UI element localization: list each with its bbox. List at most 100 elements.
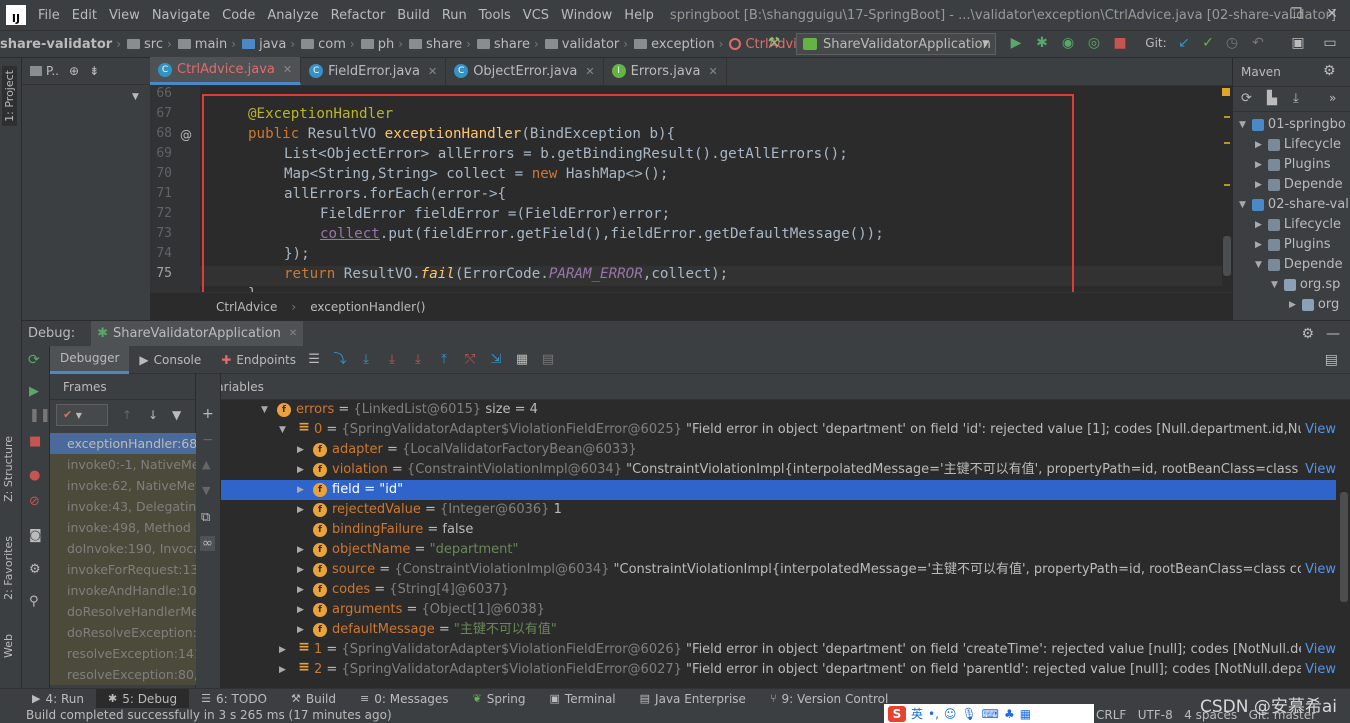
frame-item[interactable]: exceptionHandler:68, — [50, 433, 196, 454]
history-icon[interactable]: ◷ — [1224, 35, 1240, 51]
resume-icon[interactable]: ▶ — [29, 384, 39, 399]
crumb-validator[interactable]: validator — [544, 37, 619, 52]
tab-endpoints[interactable]: ✚ Endpoints — [211, 346, 306, 374]
menu-build[interactable]: Build — [391, 8, 436, 23]
frame-item[interactable]: invoke:43, DelegatingI — [50, 496, 196, 517]
git-update-icon[interactable]: ↙ — [1176, 35, 1192, 51]
filter-icon[interactable]: ▼ — [172, 408, 181, 422]
restore-icon[interactable]: ❐ — [1288, 6, 1304, 22]
frame-item[interactable]: invoke:498, Method (j — [50, 517, 196, 538]
tab-debugger[interactable]: Debugger — [50, 345, 130, 374]
chevron-down-icon[interactable]: ▼ — [132, 92, 139, 102]
menu-code[interactable]: Code — [216, 8, 261, 23]
settings-icon[interactable]: ⚙ — [29, 562, 41, 577]
frame-item[interactable]: doResolveException:6 — [50, 622, 196, 643]
restore-layout-icon[interactable]: ▤ — [1325, 352, 1338, 368]
web-tool-tab[interactable]: Web — [2, 634, 15, 658]
frame-item[interactable]: resolveException:141, — [50, 643, 196, 664]
frame-item[interactable]: doResolveHandlerMet — [50, 601, 196, 622]
file-encoding[interactable]: UTF-8 — [1138, 708, 1173, 722]
variable-row[interactable]: ▶ f defaultMessage = "主键不可以有值" — [221, 620, 1336, 640]
menu-help[interactable]: Help — [618, 8, 660, 23]
profile-icon[interactable]: ◎ — [1086, 35, 1102, 51]
close-tab-icon[interactable]: ✕ — [708, 65, 717, 78]
close-tab-icon[interactable]: ✕ — [428, 65, 437, 78]
skin-icon[interactable]: ♣ — [1004, 707, 1015, 721]
scroll-thumb[interactable] — [1223, 236, 1231, 276]
menu-analyze[interactable]: Analyze — [261, 8, 324, 23]
variable-row-selected[interactable]: ▶ f field = "id" — [221, 480, 1336, 500]
tool-tab-terminal[interactable]: ▣ Terminal — [538, 689, 628, 709]
close-tab-icon[interactable]: ✕ — [283, 63, 292, 76]
tool-tab-todo[interactable]: ☰ 6: TODO — [189, 689, 279, 709]
hammer-icon[interactable]: ⚒ — [766, 35, 782, 51]
maven-dependency[interactable]: ▼ org.sp — [1271, 275, 1340, 295]
favorites-tool-tab[interactable]: 2: Favorites — [2, 536, 15, 600]
tool-tab-spring[interactable]: ❦ Spring — [461, 689, 538, 709]
move-down-icon[interactable]: ▼ — [202, 484, 210, 497]
tool-tab-java-enterprise[interactable]: ▤ Java Enterprise — [628, 689, 758, 709]
debug-session-tab[interactable]: ✱ ShareValidatorApplication ✕ — [91, 320, 304, 347]
ime-language[interactable]: 英 — [911, 705, 923, 722]
tool-tab-run[interactable]: ▶ 4: Run — [20, 689, 96, 709]
maven-plugins[interactable]: ▶ Plugins — [1255, 235, 1331, 255]
camera-icon[interactable]: ◙ — [29, 528, 42, 543]
step-into-icon[interactable]: ⤓ — [384, 352, 400, 368]
rollback-icon[interactable]: ↶ — [1250, 35, 1266, 51]
rerun-icon[interactable]: ⟳ — [28, 352, 40, 368]
frame-item[interactable]: invoke:62, NativeMeth — [50, 475, 196, 496]
project-view-select[interactable]: P.. — [46, 64, 59, 78]
structure-tool-tab[interactable]: Z: Structure — [2, 436, 15, 502]
drop-frame-icon[interactable]: ⤲ — [462, 352, 478, 368]
pause-icon[interactable]: ❚❚ — [29, 408, 51, 423]
thread-select[interactable]: ✔ ▼ — [56, 404, 108, 426]
frame-item[interactable]: resolveException:80, H — [50, 664, 196, 685]
menu-vcs[interactable]: VCS — [517, 8, 555, 23]
crumb-src[interactable]: src — [127, 37, 163, 52]
microphone-icon[interactable]: 🎙 — [961, 707, 976, 721]
coverage-icon[interactable]: ◉ — [1060, 35, 1076, 51]
menu-refactor[interactable]: Refactor — [325, 8, 392, 23]
maven-plugins[interactable]: ▶ Plugins — [1255, 155, 1331, 175]
maven-dependencies[interactable]: ▶ Depende — [1255, 175, 1343, 195]
pin-icon[interactable]: ⚲ — [29, 594, 39, 609]
variable-row[interactable]: ▼ ≡ 0 = {SpringValidatorAdapter$Violation… — [221, 420, 1336, 440]
tab-fielderror[interactable]: C FieldError.java ✕ — [301, 57, 447, 85]
editor-gutter[interactable]: 66 67 68 69 70 71 72 73 74 75 @ — [150, 86, 210, 292]
search-everywhere-icon[interactable]: ▭ — [1322, 35, 1338, 51]
evaluate-expression-icon[interactable]: ▦ — [514, 352, 530, 368]
scroll-thumb[interactable] — [1340, 492, 1348, 602]
tab-ctrladvice[interactable]: C CtrlAdvice.java ✕ — [150, 57, 302, 85]
crumb-share-2[interactable]: share — [476, 37, 530, 52]
view-link[interactable]: View — [1301, 660, 1336, 680]
tool-tab-version-control[interactable]: ⑂ 9: Version Control — [758, 689, 900, 709]
copy-icon[interactable]: ⧉ — [201, 510, 210, 525]
remove-watch-icon[interactable]: − — [202, 432, 214, 448]
arrow-up-icon[interactable]: ↑ — [122, 408, 132, 422]
variable-row[interactable]: f bindingFailure = false — [221, 520, 1336, 540]
gear-icon[interactable]: ⚙ — [1323, 63, 1336, 79]
stop-icon[interactable]: ■ — [29, 434, 41, 449]
trace-icon[interactable]: ▤ — [540, 352, 556, 368]
menu-edit[interactable]: Edit — [66, 8, 103, 23]
menu-navigate[interactable]: Navigate — [146, 8, 216, 23]
layout-icon[interactable]: ☰ — [306, 352, 322, 368]
maven-dependencies[interactable]: ▼ Depende — [1255, 255, 1343, 275]
variable-row[interactable]: ▶ ≡ 2 = {SpringValidatorAdapter$Violation… — [221, 660, 1336, 680]
menu-file[interactable]: File — [32, 8, 66, 23]
menu-window[interactable]: Window — [555, 8, 618, 23]
toolbox-icon[interactable]: ▦ — [1020, 707, 1031, 721]
keyboard-icon[interactable]: ⌨ — [982, 707, 999, 721]
gear-icon[interactable]: ⚙ — [1301, 326, 1314, 342]
close-tab-icon[interactable]: ✕ — [289, 328, 297, 339]
variable-row[interactable]: ▶ f rejectedValue = {Integer@6036} 1 — [221, 500, 1336, 520]
editor-scrollbar[interactable] — [1222, 86, 1232, 292]
maven-dependency[interactable]: ▶ org — [1289, 295, 1339, 315]
punctuation-icon[interactable]: •, — [928, 707, 939, 721]
view-link[interactable]: View — [1301, 560, 1336, 580]
crumb-exception[interactable]: exception — [634, 37, 715, 52]
menu-tools[interactable]: Tools — [473, 8, 517, 23]
emoji-icon[interactable]: ☺ — [944, 707, 957, 721]
variable-row[interactable]: ▶ f adapter = {LocalValidatorFactoryBean@… — [221, 440, 1336, 460]
breadcrumb-method[interactable]: exceptionHandler() — [310, 300, 425, 314]
